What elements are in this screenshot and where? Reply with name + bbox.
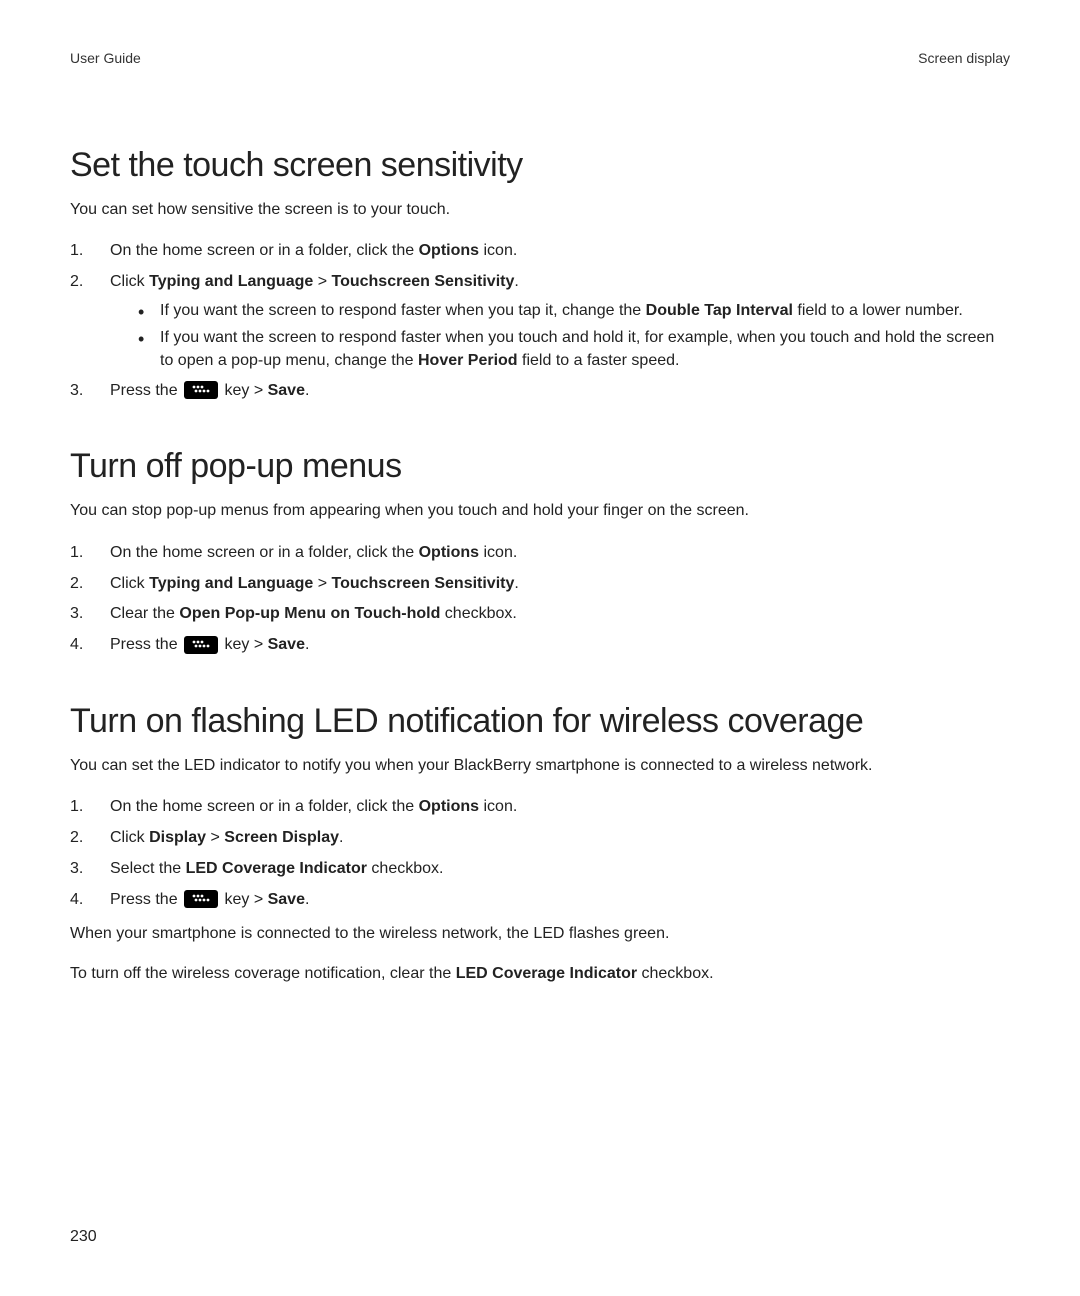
menu-key-icon — [184, 636, 218, 654]
section-touch-sensitivity: Set the touch screen sensitivity You can… — [70, 146, 1010, 403]
section-title: Set the touch screen sensitivity — [70, 146, 1010, 185]
step-item: On the home screen or in a folder, click… — [70, 795, 1010, 820]
step-item: Click Display > Screen Display. — [70, 826, 1010, 851]
section-led-notification: Turn on flashing LED notification for wi… — [70, 702, 1010, 985]
section-title: Turn off pop-up menus — [70, 447, 1010, 486]
page-number: 230 — [70, 1228, 97, 1246]
menu-key-icon — [184, 890, 218, 908]
step-item: On the home screen or in a folder, click… — [70, 541, 1010, 566]
menu-key-icon — [184, 381, 218, 399]
step-item: On the home screen or in a folder, click… — [70, 239, 1010, 264]
section-title: Turn on flashing LED notification for wi… — [70, 702, 1010, 741]
step-list: On the home screen or in a folder, click… — [70, 541, 1010, 658]
step-list: On the home screen or in a folder, click… — [70, 239, 1010, 403]
header-left: User Guide — [70, 50, 141, 66]
section-intro: You can stop pop-up menus from appearing… — [70, 500, 1010, 522]
body-paragraph: To turn off the wireless coverage notifi… — [70, 963, 1010, 985]
step-item: Press the key > Save. — [70, 633, 1010, 658]
step-item: Click Typing and Language > Touchscreen … — [70, 572, 1010, 597]
header-right: Screen display — [918, 50, 1010, 66]
section-popup-menus: Turn off pop-up menus You can stop pop-u… — [70, 447, 1010, 658]
page-header: User Guide Screen display — [70, 50, 1010, 66]
step-item: Clear the Open Pop-up Menu on Touch-hold… — [70, 602, 1010, 627]
document-page: User Guide Screen display Set the touch … — [0, 0, 1080, 1296]
step-item: Select the LED Coverage Indicator checkb… — [70, 857, 1010, 882]
step-list: On the home screen or in a folder, click… — [70, 795, 1010, 912]
step-item: Click Typing and Language > Touchscreen … — [70, 270, 1010, 372]
body-paragraph: When your smartphone is connected to the… — [70, 923, 1010, 945]
bullet-item: If you want the screen to respond faster… — [134, 299, 1010, 322]
section-intro: You can set the LED indicator to notify … — [70, 755, 1010, 777]
step-item: Press the key > Save. — [70, 379, 1010, 404]
bullet-item: If you want the screen to respond faster… — [134, 326, 1010, 372]
section-intro: You can set how sensitive the screen is … — [70, 199, 1010, 221]
step-item: Press the key > Save. — [70, 888, 1010, 913]
bullet-list: If you want the screen to respond faster… — [134, 299, 1010, 373]
